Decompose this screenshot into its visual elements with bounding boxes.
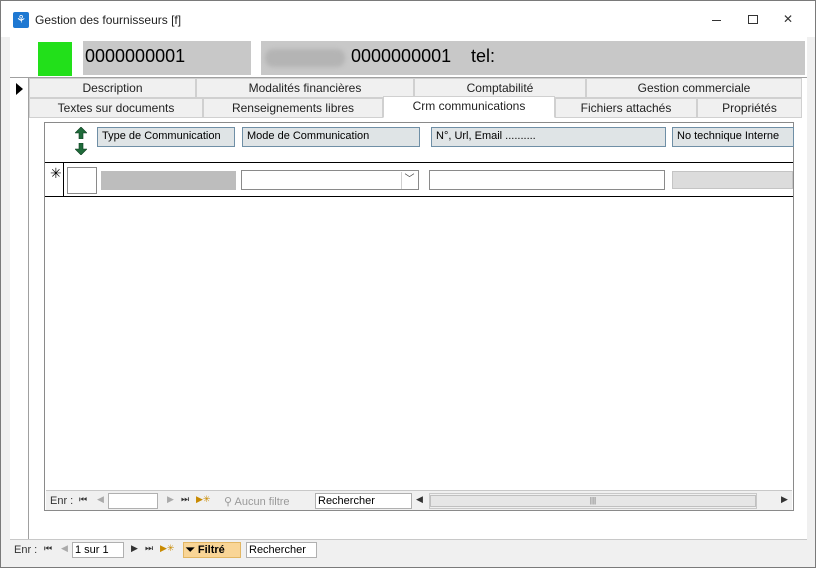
column-header-no-technique-interne: No technique Interne — [672, 127, 794, 147]
form-first-record-button[interactable]: ⏮ — [44, 543, 52, 554]
form-navigation-bar: Enr : ⏮ ◀ 1 sur 1 ▶ ⏭ ▶✳ ⏷ Filtré Recher… — [10, 539, 807, 559]
app-icon: ⚘ — [13, 12, 29, 28]
chevron-down-icon[interactable]: ﹀ — [401, 172, 417, 189]
maximize-button[interactable] — [737, 9, 767, 29]
current-record-arrow-icon — [16, 83, 23, 95]
new-record-button[interactable]: ▶✳ — [196, 494, 210, 505]
move-up-icon[interactable] — [75, 127, 87, 139]
column-header-type-communication: Type de Communication — [97, 127, 235, 147]
new-record-icon: ✳ — [50, 165, 62, 181]
form-record-number-input[interactable]: 1 sur 1 — [72, 542, 124, 558]
numero-url-email-input[interactable] — [429, 170, 665, 190]
supplier-name-field[interactable]: 0000000001 tel: — [261, 41, 805, 75]
mode-communication-select[interactable]: ﹀ — [241, 170, 419, 190]
search-input[interactable]: Rechercher — [315, 493, 412, 509]
tab-renseignements-libres[interactable]: Renseignements libres — [203, 98, 383, 118]
title-bar: ⚘ Gestion des fournisseurs [f] — [1, 1, 815, 37]
subform-navigation-bar: Enr : ⏮ ◀ ▶ ⏭ ▶✳ ⚲ Aucun filtre Recherch… — [46, 490, 792, 510]
record-selector-column[interactable] — [10, 77, 29, 539]
minimize-button[interactable] — [701, 9, 731, 29]
status-indicator — [38, 42, 72, 76]
form-record-nav-label: Enr : — [14, 544, 38, 556]
tel-label: tel: — [471, 46, 496, 66]
scroll-left-button[interactable]: ◀ — [416, 494, 423, 505]
column-header-mode-communication: Mode de Communication — [242, 127, 420, 147]
column-header-numero-url-email: N°, Url, Email .......... — [431, 127, 666, 147]
filtered-toggle[interactable]: ⏷ Filtré — [183, 542, 241, 558]
tab-proprietes[interactable]: Propriétés — [697, 98, 802, 118]
funnel-icon: ⏷ — [186, 544, 195, 556]
type-communication-field[interactable] — [101, 171, 236, 190]
header-divider — [45, 162, 793, 163]
redacted-name — [265, 49, 345, 67]
row-checkbox-cell[interactable] — [67, 167, 97, 194]
next-record-button[interactable]: ▶ — [167, 494, 174, 505]
form-last-record-button[interactable]: ⏭ — [145, 543, 153, 554]
tab-crm-communications[interactable]: Crm communications — [383, 96, 555, 118]
filtered-label: Filtré — [197, 544, 225, 556]
supplier-name-code: 0000000001 — [351, 46, 452, 66]
form-new-record-button[interactable]: ▶✳ — [160, 543, 174, 554]
no-technique-interne-field[interactable] — [672, 171, 793, 189]
row-divider — [45, 196, 793, 197]
app-window: ⚘ Gestion des fournisseurs [f] 000000000… — [0, 0, 816, 568]
row-selector-divider — [63, 163, 64, 196]
no-filter-icon: ⚲ — [224, 496, 233, 508]
supplier-code-field[interactable]: 0000000001 — [83, 41, 251, 75]
scrollbar-thumb[interactable]: ||| — [430, 495, 756, 507]
form-next-record-button[interactable]: ▶ — [131, 543, 138, 554]
last-record-button[interactable]: ⏭ — [181, 494, 189, 505]
record-number-input[interactable] — [108, 493, 158, 509]
record-nav-label: Enr : — [50, 495, 74, 507]
first-record-button[interactable]: ⏮ — [79, 494, 87, 505]
horizontal-scrollbar[interactable]: ||| — [429, 493, 757, 509]
tab-fichiers-attaches[interactable]: Fichiers attachés — [555, 98, 697, 118]
move-down-icon[interactable] — [75, 143, 87, 155]
crm-communications-subform: Type de Communication Mode de Communicat… — [44, 122, 794, 511]
close-button[interactable] — [773, 9, 803, 29]
filter-status-label: Aucun filtre — [234, 496, 290, 508]
tab-textes-sur-documents[interactable]: Textes sur documents — [29, 98, 203, 118]
form-search-input[interactable]: Rechercher — [246, 542, 317, 558]
tab-description[interactable]: Description — [29, 78, 196, 98]
record-header: 0000000001 0000000001 tel: — [10, 37, 807, 77]
form-previous-record-button[interactable]: ◀ — [61, 543, 68, 554]
tab-gestion-commerciale[interactable]: Gestion commerciale — [586, 78, 802, 98]
scroll-right-button[interactable]: ▶ — [781, 494, 788, 505]
previous-record-button[interactable]: ◀ — [97, 494, 104, 505]
tab-modalites-financieres[interactable]: Modalités financières — [196, 78, 414, 98]
window-title: Gestion des fournisseurs [f] — [35, 13, 182, 27]
tab-comptabilite[interactable]: Comptabilité — [414, 78, 586, 98]
filter-status[interactable]: ⚲ Aucun filtre — [224, 495, 290, 508]
